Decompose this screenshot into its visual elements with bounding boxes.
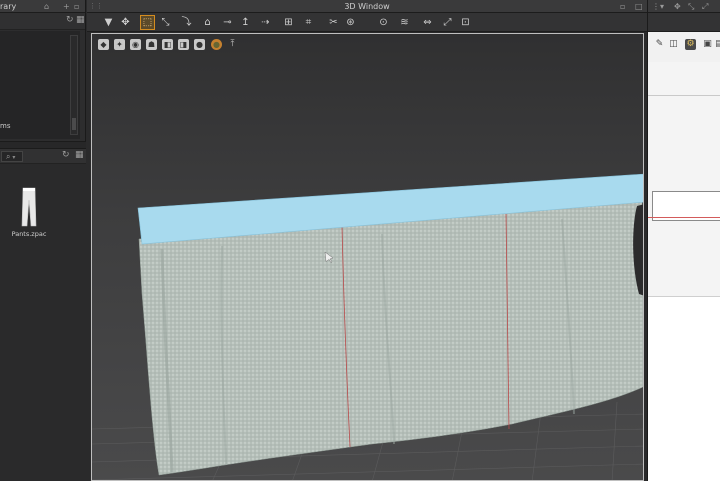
select-box-icon[interactable]: ⬚ [140, 15, 155, 30]
grid-view-icon[interactable]: ▦ [76, 15, 85, 25]
add-icon[interactable]: + [63, 0, 70, 13]
2d-pattern-panel: ⋮ ▾ ✥ ⤡ ⤢ ✎ ◫ ⚙ ▣ ▤ [647, 0, 720, 481]
settings-icon[interactable]: ⚙ [685, 39, 696, 50]
delete-icon[interactable]: ▫ [74, 0, 79, 13]
window-title-bar: ⋮⋮ 3D Window ▫ □ [87, 0, 647, 13]
2d-view-toolbar: ✎ ◫ ⚙ ▣ ▤ [648, 32, 720, 62]
file-item-pants[interactable]: Pants.zpac [10, 186, 48, 242]
search-dropdown[interactable]: ⌕ ▾ [1, 151, 23, 162]
library-tab-bar: rary ⌂ + ▫ [0, 0, 85, 13]
simulation-toolbar: ▼ ✥ ⬚ ⤡ ⤵ ⌂ ⊸ ↥ ⇢ ⊞ ⌗ ✂ ⊛ ⊙ ≋ ⇔ ⤢ ⊡ [87, 13, 647, 32]
avatar-pin-icon[interactable]: ⤢ [441, 16, 454, 29]
close-icon[interactable]: □ [635, 0, 643, 13]
tack-icon[interactable]: ↥ [239, 16, 252, 29]
file-item-label: Pants.zpac [11, 230, 47, 238]
brush-icon[interactable]: ⇢ [259, 16, 272, 29]
texture-view-icon[interactable]: ✦ [114, 39, 125, 50]
drag-handle-icon[interactable]: ⋮ [652, 0, 660, 13]
figure-icon[interactable]: ● [194, 39, 205, 50]
pants-icon [21, 187, 37, 227]
garment-icon[interactable]: ◧ [162, 39, 173, 50]
grid-view-icon[interactable]: ▦ [75, 150, 84, 160]
tree-item-label[interactable]: ms [0, 122, 10, 130]
select-icon[interactable]: ⤡ [688, 0, 694, 13]
folder-tree[interactable]: ms [0, 31, 80, 139]
fabric-icon[interactable]: ◨ [178, 39, 189, 50]
measure-icon[interactable]: ⌗ [302, 16, 315, 29]
3d-viewport[interactable]: ◆ ✦ ◉ ☗ ◧ ◨ ● ● ⤒ [91, 33, 644, 481]
ruler-line [648, 95, 720, 96]
library-panel: rary ⌂ + ▫ ↻ ▦ ms ⌕ ▾ ↻ ▦ Pants.zpac [0, 0, 86, 481]
sphere-icon[interactable]: ● [211, 39, 222, 50]
file-browser: Pants.zpac [0, 164, 86, 481]
tape-icon[interactable]: ≋ [398, 16, 411, 29]
stitch-icon[interactable]: ⊞ [282, 16, 295, 29]
transform-icon[interactable]: ⤡ [159, 16, 172, 29]
3d-scene[interactable] [92, 34, 644, 481]
texture-icon[interactable]: ⊡ [459, 16, 472, 29]
panel-divider[interactable] [0, 141, 86, 149]
move-icon[interactable]: ✥ [119, 16, 132, 29]
hanger-icon[interactable]: ⌂ [201, 16, 214, 29]
2d-toolbar [648, 13, 720, 32]
fold-icon[interactable]: ⤵ [180, 16, 193, 29]
arrow-down-icon[interactable]: ▾ [660, 0, 664, 13]
avatar-view-icon[interactable]: ◉ [130, 39, 141, 50]
fabric-icon[interactable]: ▣ [702, 39, 713, 50]
tree-scrollbar[interactable] [70, 35, 78, 135]
shaded-view-icon[interactable]: ◆ [98, 39, 109, 50]
seam-line [648, 217, 720, 218]
refresh-icon[interactable]: ↻ [62, 150, 70, 160]
library-tab-title[interactable]: rary [0, 0, 16, 13]
zipper-icon[interactable]: ⇔ [421, 16, 434, 29]
button-icon[interactable]: ⊙ [377, 16, 390, 29]
2d-tab-bar: ⋮ ▾ ✥ ⤡ ⤢ [648, 0, 720, 13]
sewing-icon[interactable]: ⊛ [344, 16, 357, 29]
refresh-icon[interactable]: ↻ [66, 15, 74, 25]
move-icon[interactable]: ✥ [674, 0, 681, 13]
layers-icon[interactable]: ▤ [714, 39, 720, 50]
texture-icon[interactable]: ◫ [668, 39, 679, 50]
library-search-bar: ⌕ ▾ ↻ ▦ [0, 149, 86, 164]
window-title: 3D Window [344, 2, 390, 11]
arrow-down-icon[interactable]: ▼ [102, 16, 115, 29]
app-window: rary ⌂ + ▫ ↻ ▦ ms ⌕ ▾ ↻ ▦ Pants.zpac ⋮⋮ … [0, 0, 720, 481]
transform-icon[interactable]: ⤢ [702, 0, 708, 13]
home-icon[interactable]: ⌂ [44, 0, 49, 13]
body-icon[interactable]: ☗ [146, 39, 157, 50]
brush-icon[interactable]: ✎ [654, 39, 665, 50]
restore-icon[interactable]: ▫ [620, 0, 625, 13]
screenshot-icon[interactable]: ⤒ [227, 39, 238, 50]
pattern-area[interactable] [648, 296, 720, 481]
garment-mesh [137, 173, 643, 476]
pin-icon[interactable]: ⊸ [221, 16, 234, 29]
cut-icon[interactable]: ✂ [327, 16, 340, 29]
library-toolbar: ↻ ▦ [0, 13, 85, 30]
